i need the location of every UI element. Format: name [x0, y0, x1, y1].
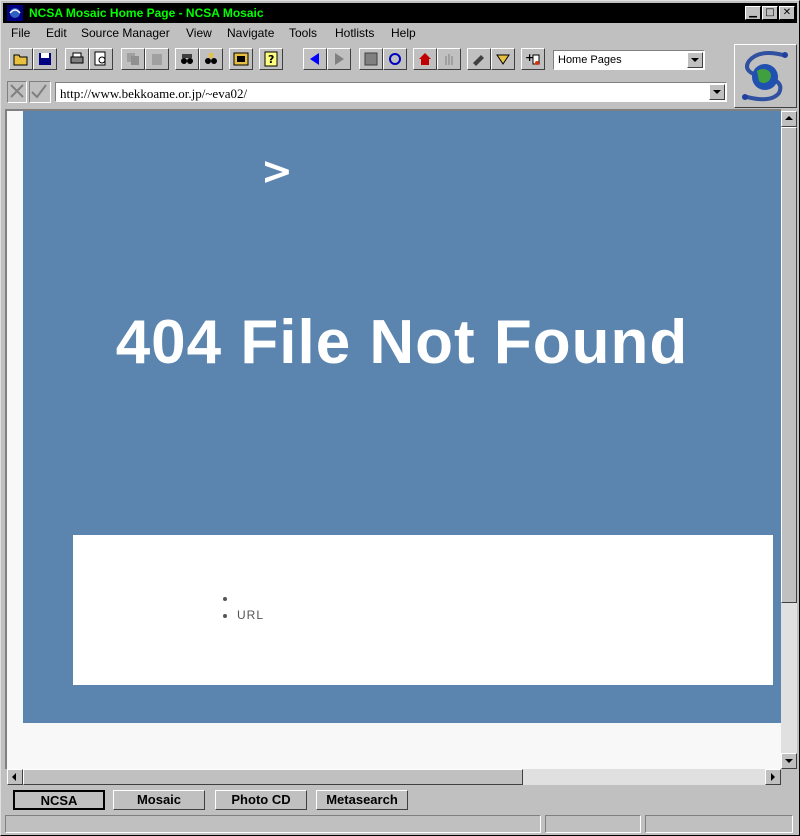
svg-text:?: ?	[268, 53, 274, 66]
menu-bar: File Edit Source Manager View Navigate T…	[3, 24, 797, 42]
vertical-scrollbar[interactable]	[781, 111, 797, 769]
add-hotlist-button[interactable]: +	[521, 48, 545, 70]
forward-button[interactable]	[327, 48, 351, 70]
maximize-icon: □	[765, 7, 775, 18]
photo-cd-button[interactable]: Photo CD	[215, 790, 307, 810]
menu-source-manager[interactable]: Source Manager	[81, 26, 170, 40]
vertical-scroll-thumb[interactable]	[781, 127, 797, 603]
url-cancel-button[interactable]	[7, 81, 27, 103]
home-button[interactable]	[413, 48, 437, 70]
slideshow-icon	[233, 52, 249, 66]
scroll-left-button[interactable]	[7, 769, 23, 785]
mosaic-globe-logo-icon	[742, 51, 788, 102]
menu-view[interactable]: View	[186, 26, 212, 40]
status-progress	[545, 815, 641, 833]
list-item[interactable]	[237, 591, 264, 608]
window-title: NCSA Mosaic Home Page - NCSA Mosaic	[29, 6, 264, 20]
paste-icon	[152, 54, 162, 65]
help-button[interactable]: ?	[259, 48, 283, 70]
forward-arrow-icon	[335, 53, 344, 65]
help-question-icon: ?	[264, 51, 278, 67]
page-heading: 404 File Not Found	[115, 308, 689, 377]
maximize-button[interactable]: □	[762, 6, 778, 20]
minimize-button[interactable]: ▁	[745, 6, 761, 20]
home-pages-select[interactable]: Home Pages	[553, 50, 705, 70]
paste-button[interactable]	[145, 48, 169, 70]
print-preview-button[interactable]	[89, 48, 113, 70]
copy-icon	[127, 53, 139, 65]
slideshow-button[interactable]	[229, 48, 253, 70]
page-blue-panel: > 404 File Not Found URL	[23, 111, 781, 723]
reload-icon	[389, 53, 401, 65]
save-button[interactable]	[33, 48, 57, 70]
close-button[interactable]: ✕	[779, 6, 795, 20]
reload-button[interactable]	[383, 48, 407, 70]
annotate-icon	[473, 55, 484, 66]
hand-icon	[445, 54, 453, 65]
url-history-chevron-down-icon[interactable]	[709, 84, 725, 100]
binoculars-icon	[181, 54, 193, 64]
status-info	[645, 815, 793, 833]
copy-button[interactable]	[121, 48, 145, 70]
page-content-box: URL	[73, 535, 773, 685]
menu-hotlists[interactable]: Hotlists	[335, 26, 374, 40]
close-icon: ✕	[782, 7, 792, 18]
menu-edit[interactable]: Edit	[46, 26, 67, 40]
back-button[interactable]	[303, 48, 327, 70]
horizontal-scroll-thumb[interactable]	[23, 769, 523, 785]
horizontal-scrollbar[interactable]	[7, 769, 781, 785]
printer-icon	[70, 52, 84, 64]
find-next-button[interactable]	[199, 48, 223, 70]
find-button[interactable]	[175, 48, 199, 70]
back-arrow-icon	[310, 53, 319, 65]
stop-icon	[364, 52, 378, 66]
url-accept-button[interactable]	[29, 81, 51, 103]
hand-button[interactable]	[437, 48, 461, 70]
metasearch-button[interactable]: Metasearch	[316, 790, 408, 810]
page-arrow-text: >	[261, 149, 293, 193]
menu-tools[interactable]: Tools	[289, 26, 317, 40]
status-message	[5, 815, 541, 833]
list-item[interactable]: URL	[237, 608, 264, 625]
add-to-hotlist-icon: +	[525, 51, 540, 65]
menu-help[interactable]: Help	[391, 26, 416, 40]
mosaic-window: NCSA Mosaic Home Page - NCSA Mosaic ▁ □ …	[0, 0, 800, 836]
url-input[interactable]: http://www.bekkoame.or.jp/~eva02/	[55, 82, 727, 102]
print-preview-icon	[94, 51, 106, 66]
url-input-value: http://www.bekkoame.or.jp/~eva02/	[60, 86, 248, 101]
minimize-icon: ▁	[749, 7, 757, 18]
save-disk-icon	[39, 53, 51, 65]
open-folder-icon	[13, 54, 28, 66]
ncsa-button[interactable]: NCSA	[13, 790, 105, 810]
stop-button[interactable]	[359, 48, 383, 70]
cancel-x-icon	[10, 84, 24, 98]
status-bar	[5, 815, 797, 833]
menu-file[interactable]: File	[11, 26, 30, 40]
scroll-up-button[interactable]	[781, 111, 797, 127]
mosaic-logo-box	[734, 44, 797, 108]
mosaic-app-icon[interactable]	[7, 5, 23, 21]
menu-navigate[interactable]: Navigate	[227, 26, 274, 40]
check-icon	[31, 84, 47, 99]
scroll-right-button[interactable]	[765, 769, 781, 785]
open-button[interactable]	[9, 48, 33, 70]
title-bar[interactable]: NCSA Mosaic Home Page - NCSA Mosaic ▁ □ …	[3, 3, 797, 23]
home-pages-select-value: Home Pages	[558, 54, 622, 66]
hotlist-icon	[496, 54, 510, 65]
hotlist-button[interactable]	[491, 48, 515, 70]
home-icon	[419, 53, 431, 65]
page-link-list: URL	[237, 591, 264, 625]
find-next-icon	[205, 53, 217, 64]
print-button[interactable]	[65, 48, 89, 70]
mosaic-button[interactable]: Mosaic	[113, 790, 205, 810]
scroll-down-button[interactable]	[781, 753, 797, 769]
chevron-down-icon[interactable]	[687, 52, 703, 68]
document-view[interactable]: > 404 File Not Found URL	[5, 109, 781, 769]
annotate-button[interactable]	[467, 48, 491, 70]
